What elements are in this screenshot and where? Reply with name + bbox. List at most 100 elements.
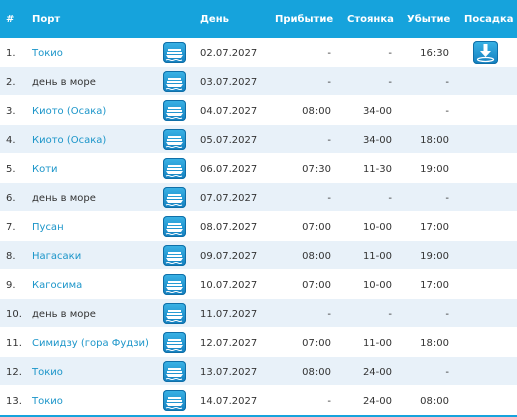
- header-boarding: Посадка: [464, 14, 514, 25]
- ship-icon[interactable]: [163, 332, 186, 353]
- arrival-time: 07:30: [302, 164, 331, 175]
- departure-time: -: [445, 77, 449, 88]
- date: 11.07.2027: [200, 309, 258, 320]
- date: 03.07.2027: [200, 77, 258, 88]
- stay-duration: 11-30: [362, 164, 392, 175]
- departure-time: -: [445, 309, 449, 320]
- stay-duration: 10-00: [362, 222, 392, 233]
- port-link[interactable]: Киото (Осака): [32, 106, 106, 117]
- table-row: 2. день в море 03.07.2027 - - -: [0, 67, 517, 96]
- port-link[interactable]: Токио: [32, 48, 63, 59]
- ship-icon[interactable]: [163, 390, 186, 411]
- port-link[interactable]: Коти: [32, 164, 58, 175]
- table-row: 11. Симидзу (гора Фудзи) 12.07.2027 07:00 11…: [0, 328, 517, 357]
- date: 13.07.2027: [200, 367, 258, 378]
- port-name: день в море: [32, 77, 96, 88]
- ship-icon[interactable]: [163, 245, 186, 266]
- date: 12.07.2027: [200, 338, 258, 349]
- table-row: 7. Пусан 08.07.2027 07:00 10-00 17:00: [0, 212, 517, 241]
- ship-icon[interactable]: [163, 158, 186, 179]
- header-stay: Стоянка: [347, 14, 394, 25]
- date: 14.07.2027: [200, 396, 258, 407]
- table-row: 12. Токио 13.07.2027 08:00 24-00 -: [0, 357, 517, 386]
- arrival-time: 07:00: [302, 338, 331, 349]
- ship-icon[interactable]: [163, 303, 186, 324]
- stay-duration: 24-00: [362, 367, 392, 378]
- port-link[interactable]: Пусан: [32, 222, 64, 233]
- port-link[interactable]: Кагосима: [32, 280, 82, 291]
- row-number: 4.: [6, 135, 16, 146]
- port-name: день в море: [32, 193, 96, 204]
- stay-duration: -: [388, 309, 392, 320]
- date: 02.07.2027: [200, 48, 258, 59]
- row-number: 8.: [6, 251, 16, 262]
- header-port: Порт: [32, 14, 61, 25]
- port-name: день в море: [32, 309, 96, 320]
- ship-icon[interactable]: [163, 129, 186, 150]
- port-link[interactable]: Токио: [32, 396, 63, 407]
- arrival-time: 07:00: [302, 222, 331, 233]
- row-number: 9.: [6, 280, 16, 291]
- arrival-time: 07:00: [302, 280, 331, 291]
- arrival-time: -: [327, 193, 331, 204]
- row-number: 6.: [6, 193, 16, 204]
- departure-time: -: [445, 367, 449, 378]
- table-body: 1. Токио 02.07.2027 - - 16:30 2. день в море 03.…: [0, 38, 517, 415]
- header-num: #: [6, 14, 15, 25]
- ship-icon[interactable]: [163, 216, 186, 237]
- arrival-time: 08:00: [302, 106, 331, 117]
- arrival-time: -: [327, 396, 331, 407]
- row-number: 1.: [6, 48, 16, 59]
- stay-duration: -: [388, 48, 392, 59]
- ship-icon[interactable]: [163, 187, 186, 208]
- stay-duration: 34-00: [362, 135, 392, 146]
- ship-icon[interactable]: [163, 274, 186, 295]
- date: 09.07.2027: [200, 251, 258, 262]
- stay-duration: 11-00: [362, 338, 392, 349]
- header-arrival: Прибытие: [275, 14, 334, 25]
- arrival-time: -: [327, 48, 331, 59]
- header-day: День: [200, 14, 229, 25]
- table-row: 9. Кагосима 10.07.2027 07:00 10-00 17:00: [0, 270, 517, 299]
- table-row: 5. Коти 06.07.2027 07:30 11-30 19:00: [0, 154, 517, 183]
- date: 06.07.2027: [200, 164, 258, 175]
- departure-time: -: [445, 193, 449, 204]
- header-departure: Убытие: [407, 14, 451, 25]
- row-number: 10.: [6, 309, 22, 320]
- port-link[interactable]: Нагасаки: [32, 251, 81, 262]
- ship-icon[interactable]: [163, 100, 186, 121]
- departure-time: 19:00: [420, 164, 449, 175]
- table-header: # Порт День Прибытие Стоянка Убытие Поса…: [0, 0, 517, 38]
- departure-time: -: [445, 106, 449, 117]
- date: 04.07.2027: [200, 106, 258, 117]
- boarding-download-icon[interactable]: [473, 41, 498, 64]
- row-number: 3.: [6, 106, 16, 117]
- stay-duration: 24-00: [362, 396, 392, 407]
- date: 08.07.2027: [200, 222, 258, 233]
- departure-time: 18:00: [420, 338, 449, 349]
- port-link[interactable]: Симидзу (гора Фудзи): [32, 338, 149, 349]
- row-number: 7.: [6, 222, 16, 233]
- row-number: 12.: [6, 367, 22, 378]
- table-row: 6. день в море 07.07.2027 - - -: [0, 183, 517, 212]
- ship-icon[interactable]: [163, 42, 186, 63]
- stay-duration: 11-00: [362, 251, 392, 262]
- row-number: 5.: [6, 164, 16, 175]
- date: 05.07.2027: [200, 135, 258, 146]
- date: 10.07.2027: [200, 280, 258, 291]
- ship-icon[interactable]: [163, 71, 186, 92]
- arrival-time: -: [327, 77, 331, 88]
- departure-time: 19:00: [420, 251, 449, 262]
- table-row: 13. Токио 14.07.2027 - 24-00 08:00: [0, 386, 517, 415]
- departure-time: 08:00: [420, 396, 449, 407]
- departure-time: 18:00: [420, 135, 449, 146]
- stay-duration: 10-00: [362, 280, 392, 291]
- table-row: 10. день в море 11.07.2027 - - -: [0, 299, 517, 328]
- departure-time: 16:30: [420, 48, 449, 59]
- port-link[interactable]: Киото (Осака): [32, 135, 106, 146]
- arrival-time: 08:00: [302, 367, 331, 378]
- port-link[interactable]: Токио: [32, 367, 63, 378]
- itinerary-table: # Порт День Прибытие Стоянка Убытие Поса…: [0, 0, 517, 417]
- table-row: 3. Киото (Осака) 04.07.2027 08:00 34-00 -: [0, 96, 517, 125]
- ship-icon[interactable]: [163, 361, 186, 382]
